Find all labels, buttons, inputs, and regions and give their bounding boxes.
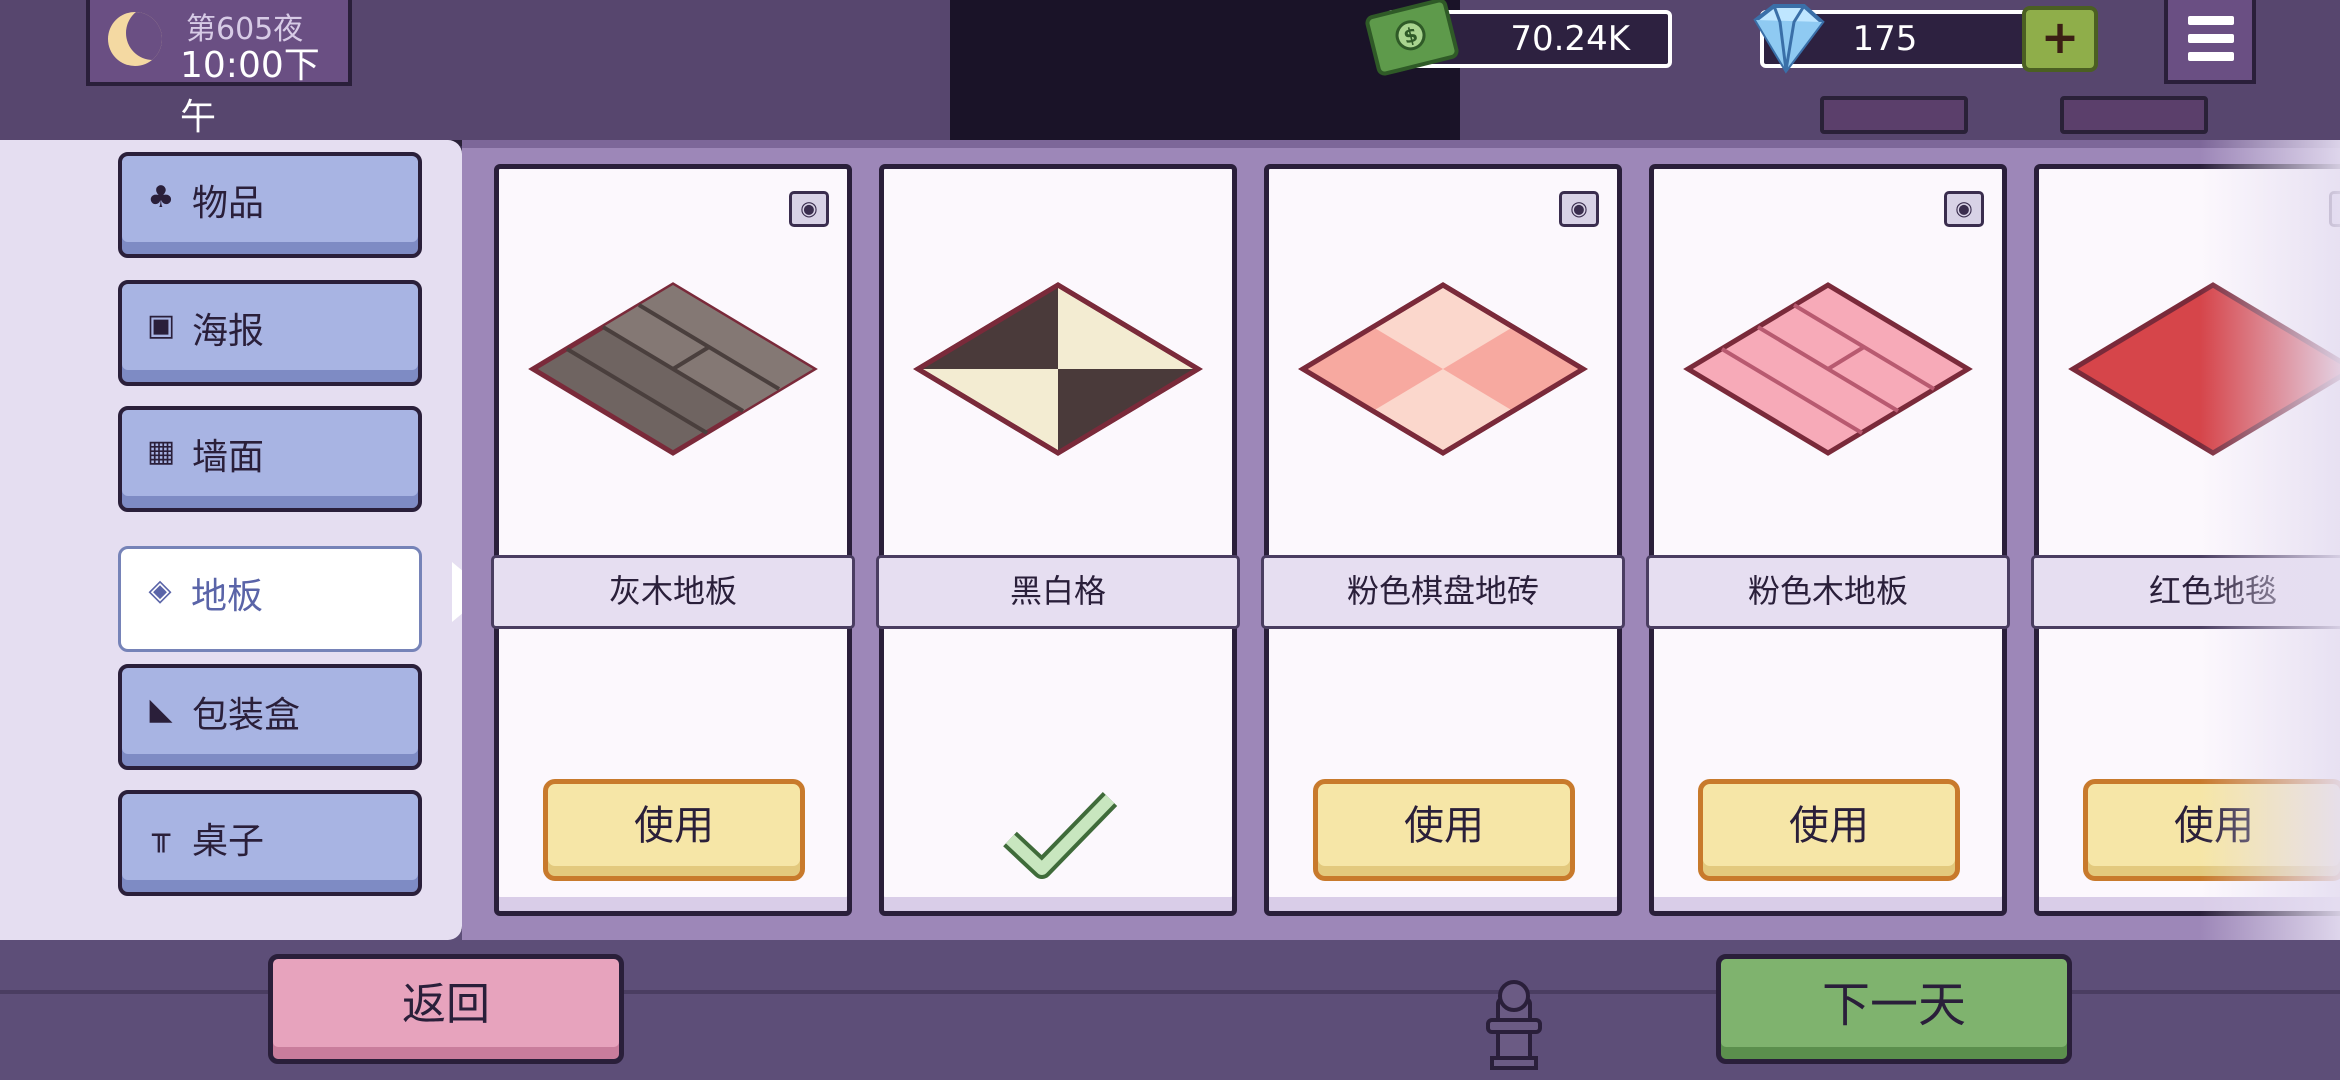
item-card[interactable]: ◉ 粉色木地板 使用 (1646, 164, 2010, 916)
use-button[interactable]: 使用 (1698, 779, 1960, 881)
gray-wood-floor-icon (528, 282, 818, 456)
item-name: 粉色棋盘地砖 (1261, 555, 1625, 629)
black-white-check-floor-icon (913, 282, 1203, 456)
item-name: 粉色木地板 (1646, 555, 2010, 629)
clock-time: 10:00下午 (180, 45, 320, 138)
preview-eye-icon[interactable]: ◉ (2329, 191, 2340, 227)
pink-wood-floor-icon (1683, 282, 1973, 456)
item-card[interactable]: ◉ 粉色棋盘地砖 使用 (1261, 164, 1625, 916)
menu-icon (2188, 34, 2234, 43)
preview-eye-icon[interactable]: ◉ (789, 191, 829, 227)
night-time-panel: 第605夜 10:00下午 (86, 0, 352, 138)
pink-check-tile-icon (1298, 282, 1588, 456)
floor-tiles-icon: ◈ (148, 573, 172, 608)
plant-pot-icon: ♣ (147, 180, 175, 215)
checkmark-icon (1003, 792, 1118, 879)
category-posters-button[interactable]: ▣ 海报 (118, 280, 422, 386)
category-label: 桌子 (192, 821, 265, 862)
category-walls-button[interactable]: ▦ 墙面 (118, 406, 422, 512)
table-icon: ╥ (151, 818, 171, 853)
category-boxes-button[interactable]: ◣ 包装盒 (118, 664, 422, 770)
money-value: 70.24K (1510, 19, 1630, 59)
buy-gems-button[interactable]: + (2022, 6, 2098, 72)
menu-button[interactable] (2164, 0, 2256, 84)
roof-vent (1820, 96, 1968, 134)
use-button[interactable]: 使用 (2083, 779, 2340, 881)
category-label: 海报 (192, 311, 265, 352)
item-name: 红色地毯 (2031, 555, 2340, 629)
item-card[interactable]: ◉ 灰木地板 使用 (491, 164, 855, 916)
category-label: 物品 (192, 183, 265, 224)
menu-icon (2188, 16, 2234, 25)
menu-icon (2188, 52, 2234, 61)
wall-bricks-icon: ▦ (146, 434, 176, 469)
back-button[interactable]: 返回 (268, 954, 624, 1064)
preview-eye-icon[interactable]: ◉ (1944, 191, 1984, 227)
category-floors-button[interactable]: ◈ 地板 (118, 546, 422, 652)
picture-icon: ▣ (146, 308, 176, 343)
pizza-slice-icon: ◣ (149, 692, 173, 727)
fire-hydrant-icon (1486, 980, 1542, 1070)
roof-vent (2060, 96, 2208, 134)
moon-icon (108, 12, 162, 66)
category-label: 地板 (191, 576, 264, 617)
item-name: 灰木地板 (491, 555, 855, 629)
diamond-icon (1753, 4, 1825, 74)
item-name: 黑白格 (876, 555, 1240, 629)
red-carpet-icon (2068, 282, 2340, 456)
category-label: 包装盒 (192, 695, 301, 736)
item-card[interactable]: 黑白格 (876, 164, 1240, 916)
category-label: 墙面 (192, 437, 265, 478)
use-button[interactable]: 使用 (543, 779, 805, 881)
category-tables-button[interactable]: ╥ 桌子 (118, 790, 422, 896)
preview-eye-icon[interactable]: ◉ (1559, 191, 1599, 227)
category-items-button[interactable]: ♣ 物品 (118, 152, 422, 258)
item-card[interactable]: ◉ 红色地毯 使用 (2031, 164, 2340, 916)
use-button[interactable]: 使用 (1313, 779, 1575, 881)
gem-value: 175 (1852, 19, 1918, 59)
next-day-button[interactable]: 下一天 (1716, 954, 2072, 1064)
